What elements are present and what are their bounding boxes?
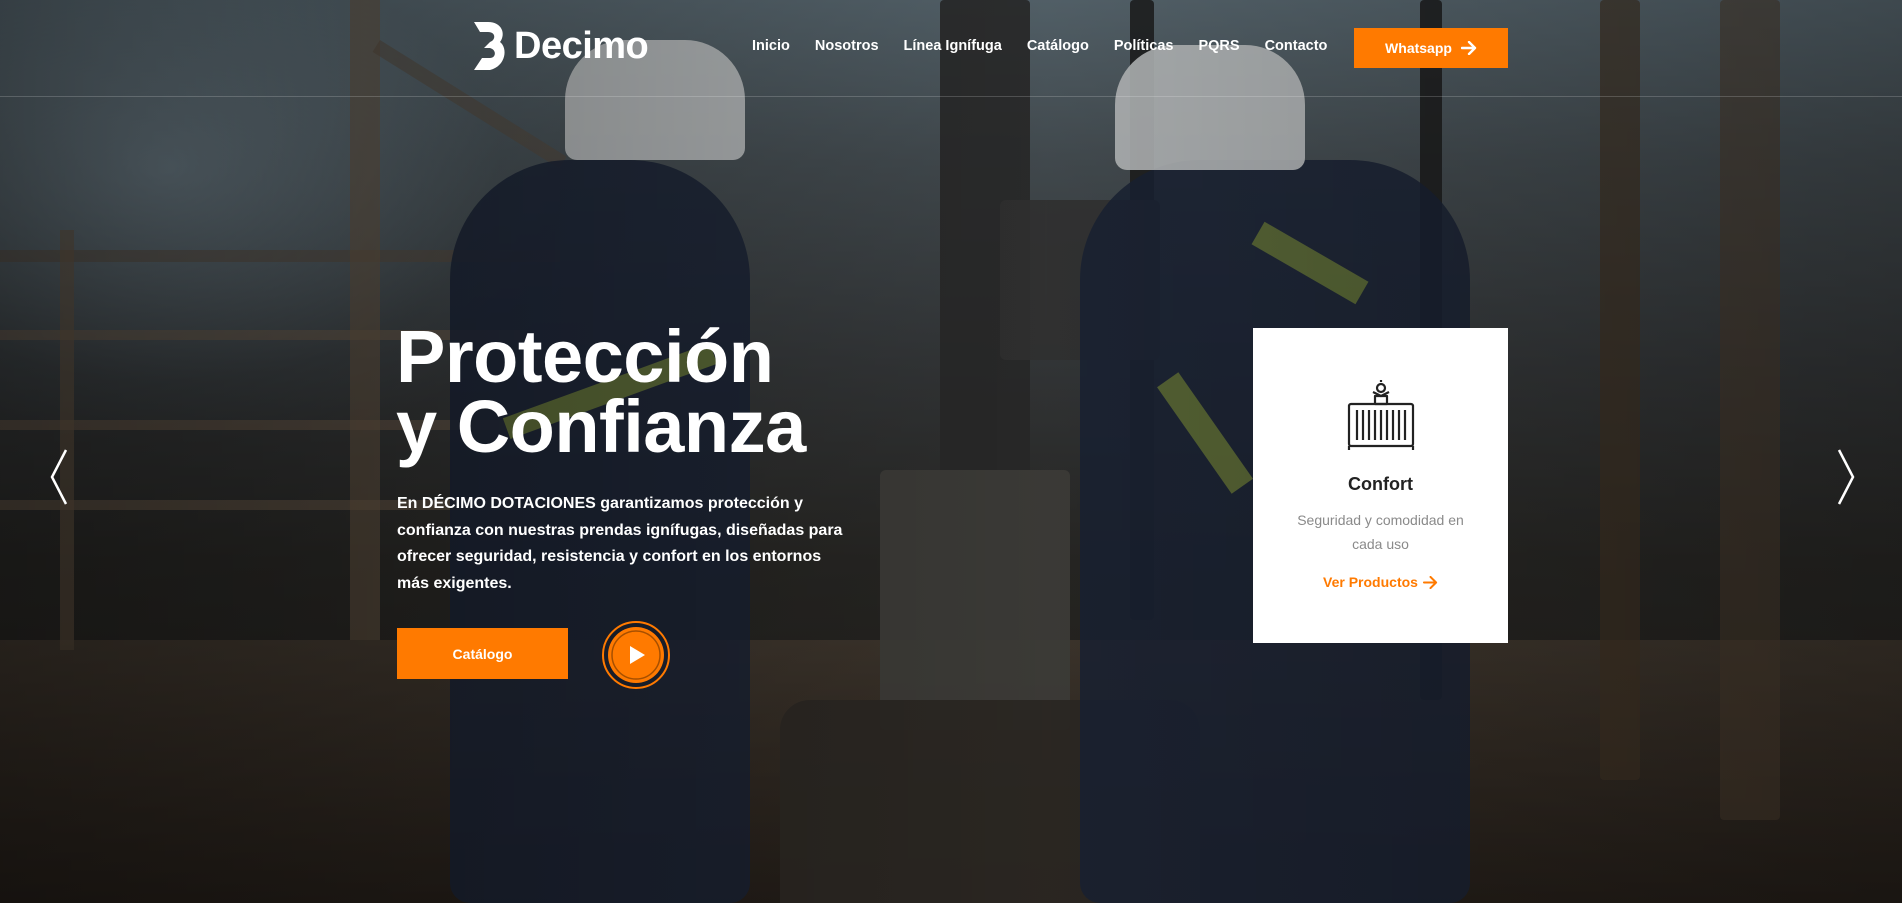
- catalog-button-label: Catálogo: [452, 645, 513, 662]
- arrow-right-icon: [1460, 41, 1477, 55]
- slider-prev-arrow-icon[interactable]: [48, 448, 70, 506]
- nav-item-catalogo[interactable]: Catálogo: [1027, 38, 1089, 54]
- card-title: Confort: [1348, 474, 1413, 494]
- feature-card: Confort Seguridad y comodidad en cada us…: [1253, 328, 1508, 643]
- site-header: Decimo Inicio Nosotros Línea Ignífuga Ca…: [0, 0, 1902, 97]
- main-nav: Inicio Nosotros Línea Ignífuga Catálogo …: [752, 38, 1327, 54]
- card-subtitle: Seguridad y comodidad en cada uso: [1297, 512, 1464, 552]
- hero-description: En DÉCIMO DOTACIONES garantizamos protec…: [397, 495, 843, 592]
- play-video-button[interactable]: [601, 620, 671, 690]
- hero-title-line-1: Protección: [396, 315, 774, 398]
- decimo-logo-icon: [474, 22, 505, 70]
- whatsapp-button[interactable]: Whatsapp: [1354, 28, 1508, 68]
- nav-item-linea-ignifuga[interactable]: Línea Ignífuga: [904, 38, 1002, 54]
- catalog-button[interactable]: Catálogo: [397, 628, 568, 679]
- slider-next-arrow-icon[interactable]: [1835, 448, 1857, 506]
- hero-title: Protección y Confianza: [396, 315, 806, 468]
- container-icon: [1347, 380, 1415, 450]
- nav-item-contacto[interactable]: Contacto: [1265, 38, 1328, 54]
- view-products-link[interactable]: Ver Productos: [1253, 574, 1508, 590]
- nav-item-politicas[interactable]: Políticas: [1114, 38, 1174, 54]
- nav-item-inicio[interactable]: Inicio: [752, 38, 790, 54]
- nav-item-nosotros[interactable]: Nosotros: [815, 38, 879, 54]
- brand-logo[interactable]: Decimo: [470, 20, 649, 72]
- whatsapp-button-label: Whatsapp: [1385, 40, 1452, 56]
- nav-item-pqrs[interactable]: PQRS: [1198, 38, 1239, 54]
- hero-title-line-2: y Confianza: [396, 385, 806, 468]
- view-products-label: Ver Productos: [1323, 574, 1418, 590]
- hero-background-photo: [0, 0, 1902, 903]
- brand-name: Decimo: [514, 24, 649, 67]
- arrow-right-icon: [1422, 575, 1438, 589]
